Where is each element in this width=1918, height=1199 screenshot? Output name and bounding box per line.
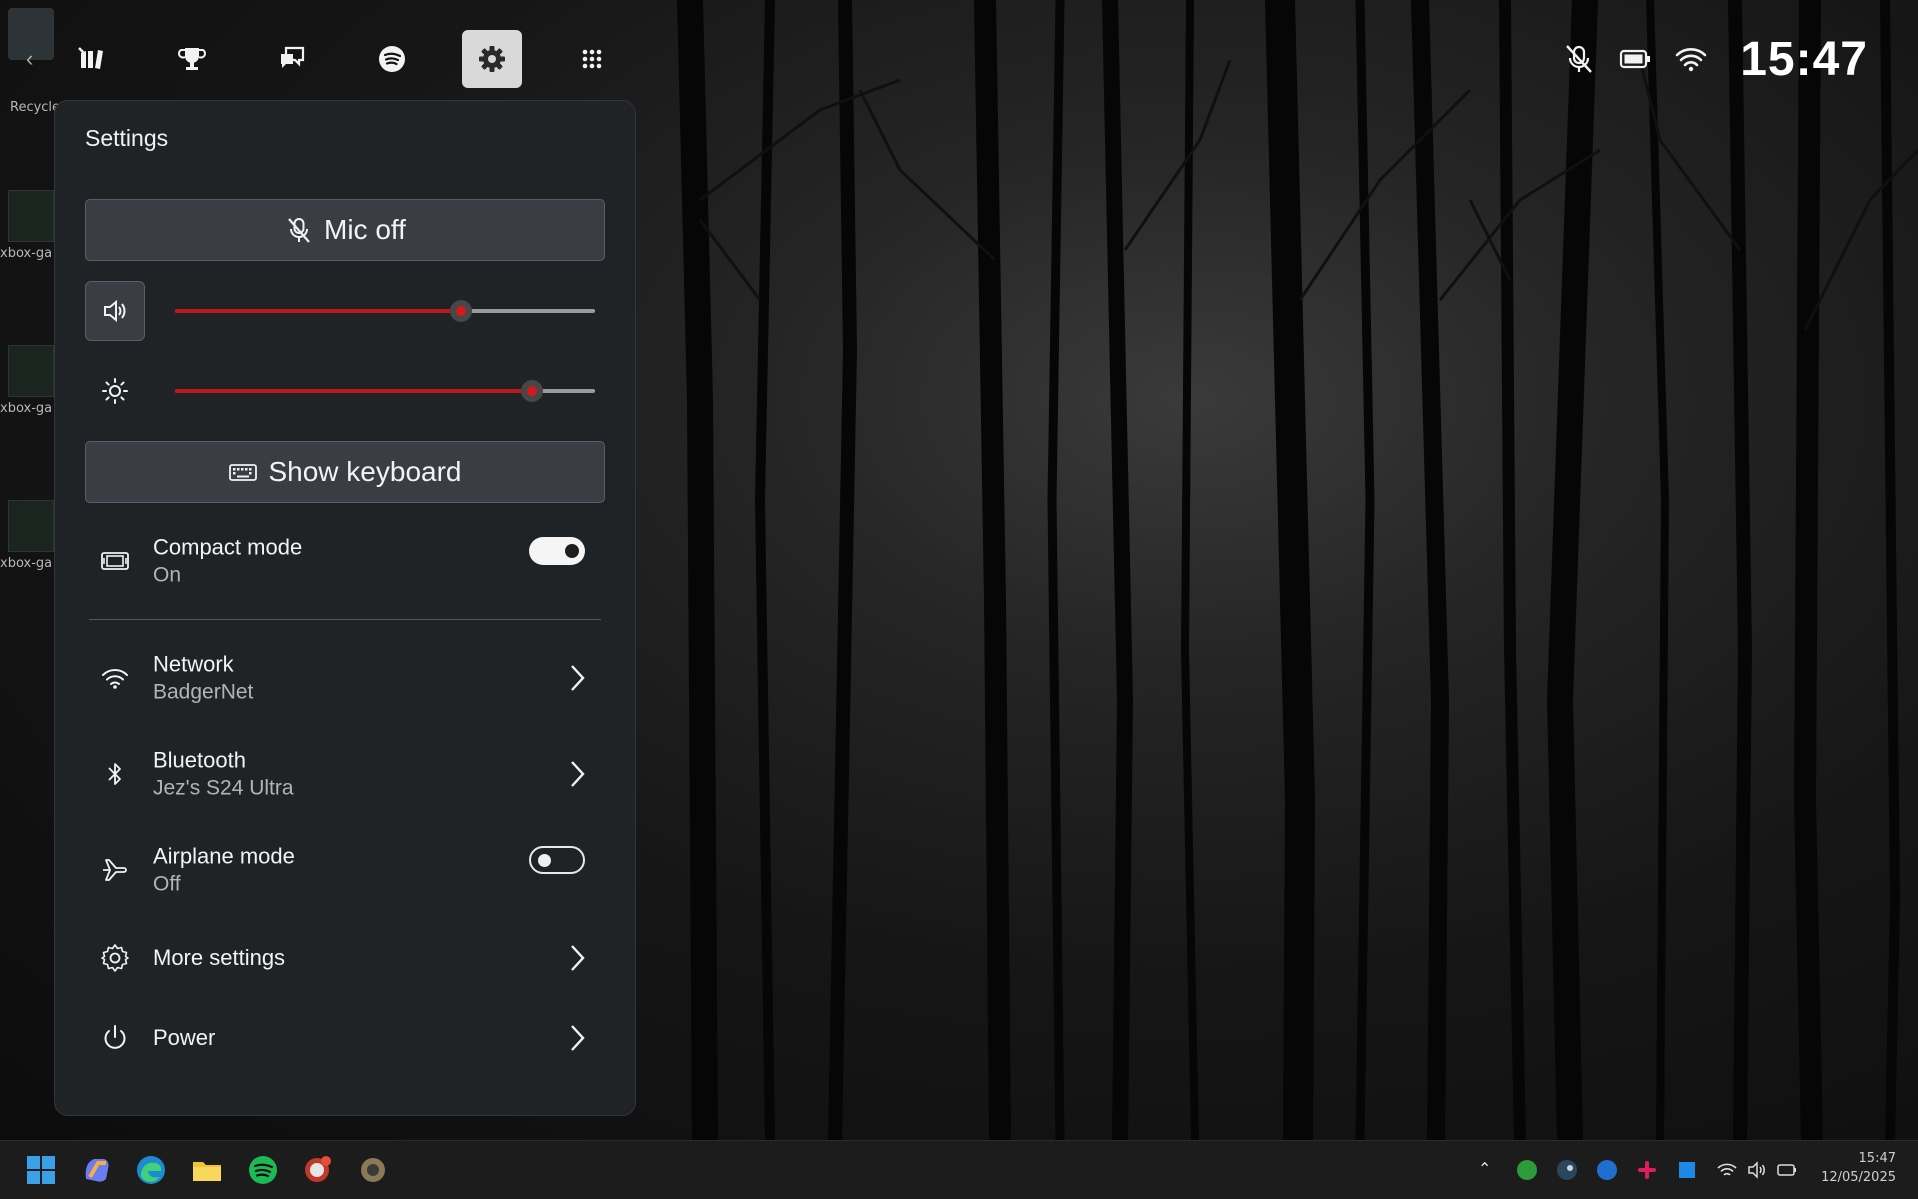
copilot-icon[interactable] — [80, 1153, 114, 1187]
power-label: Power — [153, 1024, 215, 1052]
start-icon[interactable] — [24, 1153, 58, 1187]
apps-button[interactable] — [562, 30, 622, 88]
chat-button[interactable] — [262, 30, 322, 88]
chevron-right-icon — [565, 758, 589, 790]
more-settings-label: More settings — [153, 944, 285, 972]
gear-icon — [99, 942, 131, 974]
settings-gear-icon — [477, 44, 507, 74]
divider — [89, 619, 601, 620]
taskbar-date: 12/05/2025 — [1821, 1168, 1896, 1187]
volume-icon[interactable] — [1746, 1159, 1768, 1181]
taskbar-clock[interactable]: 15:47 12/05/2025 — [1821, 1149, 1896, 1187]
slack-tray-icon[interactable] — [1636, 1159, 1658, 1181]
wifi-icon — [99, 662, 131, 694]
taskbar: ⌃ 15:47 12/05/2025 — [0, 1140, 1918, 1199]
taskbar-time: 15:47 — [1821, 1149, 1896, 1168]
show-keyboard-button[interactable]: Show keyboard — [85, 441, 605, 503]
spotify-icon[interactable] — [246, 1153, 280, 1187]
spotify-button[interactable] — [362, 30, 422, 88]
mic-off-label: Mic off — [324, 214, 406, 246]
brightness-row — [85, 361, 605, 421]
volume-slider[interactable] — [175, 309, 595, 313]
desktop-shortcut-label: xbox-ga — [0, 246, 60, 261]
trophy-icon — [177, 44, 207, 74]
desktop-shortcut-label: xbox-ga — [0, 401, 60, 416]
status-area: 15:47 — [1562, 30, 1868, 88]
brightness-slider-thumb[interactable] — [521, 380, 543, 402]
mic-off-icon — [284, 215, 314, 245]
desktop-shortcut-label: xbox-ga — [0, 556, 60, 571]
speaker-icon — [101, 297, 129, 325]
airplane-mode-label: Airplane mode — [153, 843, 295, 871]
network-value: BadgerNet — [153, 679, 253, 706]
clock: 15:47 — [1740, 32, 1868, 87]
compact-mode-label: Compact mode — [153, 534, 302, 562]
app-tray-icon[interactable] — [1676, 1159, 1698, 1181]
brightness-slider-fill — [175, 389, 532, 393]
keyboard-icon — [228, 457, 258, 487]
edge-icon[interactable] — [134, 1153, 168, 1187]
mic-off-icon — [1562, 42, 1596, 76]
mute-toggle-button[interactable] — [85, 281, 145, 341]
chat-icon — [277, 44, 307, 74]
power-row[interactable]: Power — [85, 1002, 605, 1074]
bluetooth-icon — [99, 758, 131, 790]
back-chevron-icon[interactable]: ‹ — [26, 46, 33, 72]
bluetooth-row[interactable]: Bluetooth Jez's S24 Ultra — [85, 738, 605, 810]
panel-title: Settings — [85, 125, 168, 152]
achievements-button[interactable] — [162, 30, 222, 88]
airplane-icon — [99, 854, 131, 886]
brightness-icon — [101, 377, 129, 405]
desktop-shortcut[interactable]: xbox-ga — [0, 190, 60, 261]
network-label: Network — [153, 651, 253, 679]
power-icon — [99, 1022, 131, 1054]
airplane-mode-row[interactable]: Airplane mode Off — [85, 834, 605, 906]
spotify-icon — [377, 44, 407, 74]
more-settings-row[interactable]: More settings — [85, 922, 605, 994]
file-explorer-icon[interactable] — [190, 1153, 224, 1187]
compact-mode-icon — [99, 545, 131, 577]
chevron-right-icon — [565, 942, 589, 974]
desktop-shortcut[interactable]: xbox-ga — [0, 500, 60, 571]
airplane-mode-value: Off — [153, 871, 295, 898]
bluetooth-value: Jez's S24 Ultra — [153, 775, 294, 802]
bluetooth-label: Bluetooth — [153, 747, 294, 775]
show-keyboard-label: Show keyboard — [268, 456, 461, 488]
compact-mode-toggle[interactable] — [529, 537, 585, 565]
desktop-shortcut[interactable]: xbox-ga — [0, 345, 60, 416]
compact-mode-row[interactable]: Compact mode On — [85, 525, 605, 597]
volume-slider-fill — [175, 309, 461, 313]
compact-mode-value: On — [153, 562, 302, 589]
settings-panel: Settings Mic off Show keyboard Compact m — [54, 100, 636, 1116]
settings-button[interactable] — [462, 30, 522, 88]
chevron-right-icon — [565, 662, 589, 694]
network-row[interactable]: Network BadgerNet — [85, 642, 605, 714]
volume-slider-thumb[interactable] — [450, 300, 472, 322]
brightness-slider[interactable] — [175, 389, 595, 393]
brightness-icon-wrap — [85, 361, 145, 421]
chevron-up-icon[interactable]: ⌃ — [1478, 1159, 1500, 1181]
app-icon[interactable] — [300, 1153, 334, 1187]
chevron-right-icon — [565, 1022, 589, 1054]
xbox-tray-icon[interactable] — [1516, 1159, 1538, 1181]
wifi-icon — [1674, 42, 1708, 76]
wifi-icon[interactable] — [1716, 1159, 1738, 1181]
battery-icon — [1618, 42, 1652, 76]
steam-tray-icon[interactable] — [1556, 1159, 1578, 1181]
apps-grid-icon — [577, 44, 607, 74]
app-tray-icon[interactable] — [1596, 1159, 1618, 1181]
battery-charging-icon[interactable] — [1776, 1159, 1798, 1181]
app-icon[interactable] — [356, 1153, 390, 1187]
volume-row — [85, 281, 605, 341]
library-icon — [77, 44, 107, 74]
library-button[interactable] — [62, 30, 122, 88]
airplane-mode-toggle[interactable] — [529, 846, 585, 874]
mic-off-button[interactable]: Mic off — [85, 199, 605, 261]
